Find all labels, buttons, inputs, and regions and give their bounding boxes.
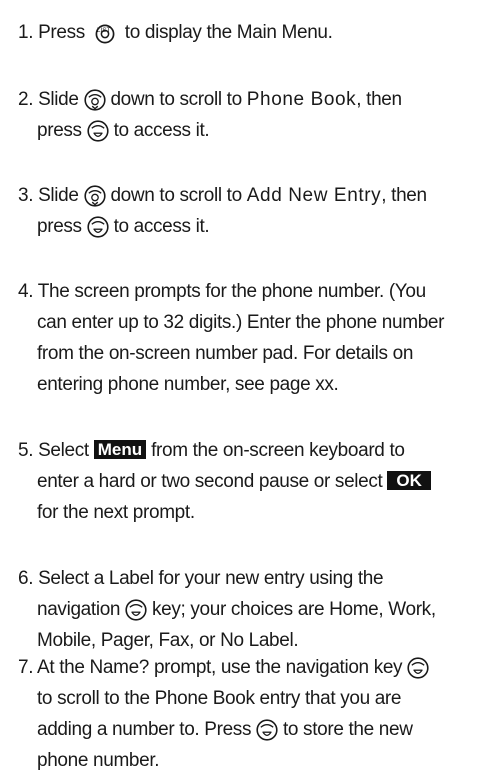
ok-softkey-badge: OK [387,471,431,490]
step-1: 1. Press LIST to display the Main Menu. [18,22,333,44]
step-7: 7. At the Name? prompt, use the navigati… [18,652,500,776]
step-6: 6. Select a Label for your new entry usi… [18,568,436,651]
step-5: 5. Select Menu from the on-screen keyboa… [18,435,500,528]
navigation-press-icon [256,719,278,741]
navigation-slide-icon [84,185,106,207]
list-key-icon: LIST [93,22,117,44]
navigation-slide-icon [84,89,106,111]
step-4: 4. The screen prompts for the phone numb… [18,281,445,395]
menu-softkey-badge: Menu [93,440,147,459]
instruction-page: 1. Press LIST to display the Main Menu. … [0,0,500,778]
step-number: 1. [18,22,34,43]
navigation-press-icon [87,120,109,142]
navigation-press-icon [407,657,429,679]
navigation-press-icon [87,216,109,238]
step-3: 3. Slide down to scroll to Add New Entry… [18,185,427,238]
step-2: 2. Slide down to scroll to Phone Book, t… [18,89,402,142]
navigation-press-icon [125,599,147,621]
